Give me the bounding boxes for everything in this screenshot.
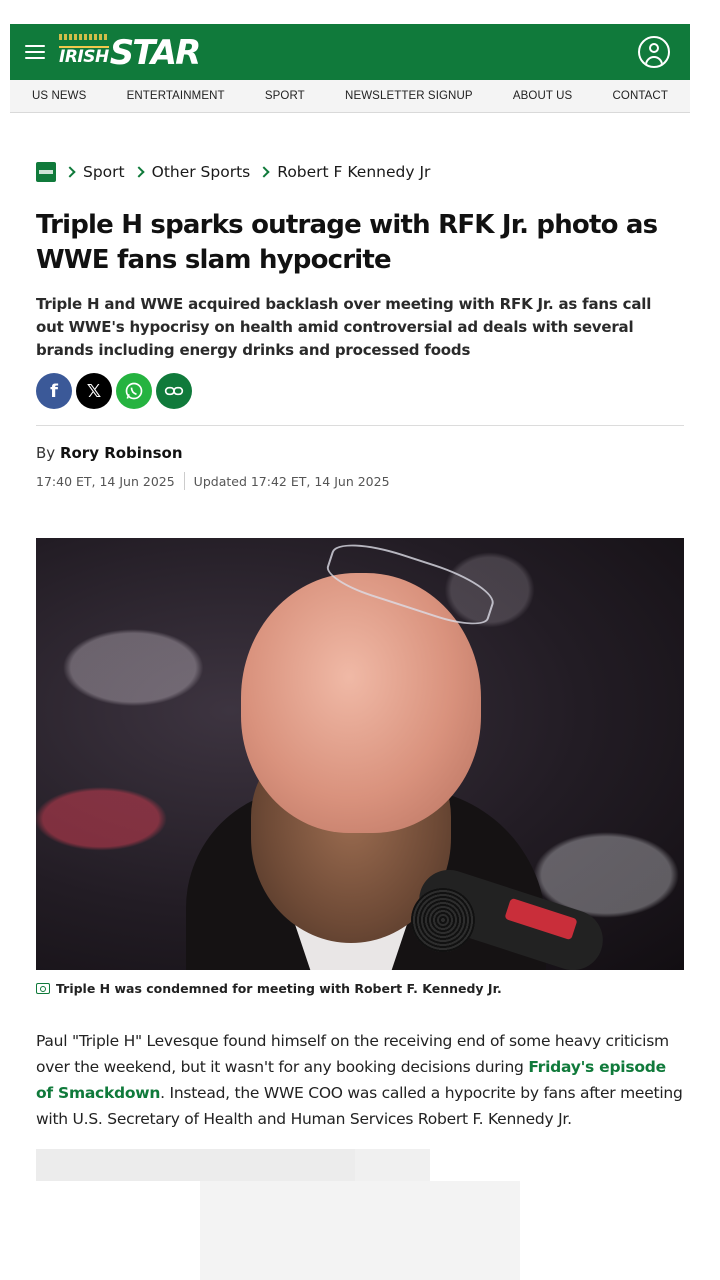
chevron-right-icon [258, 166, 270, 178]
article-headline: Triple H sparks outrage with RFK Jr. pho… [36, 210, 658, 275]
breadcrumb-sport[interactable]: Sport [83, 163, 125, 181]
ad-placeholder-inner [36, 1149, 355, 1181]
hero-image[interactable] [36, 538, 684, 970]
logo-irish-text: IRISH [59, 46, 109, 67]
updated-time: Updated 17:42 ET, 14 Jun 2025 [193, 473, 390, 489]
x-icon: 𝕏 [86, 380, 102, 402]
breadcrumb: Sport Other Sports Robert F Kennedy Jr [36, 162, 430, 182]
camera-icon [36, 983, 50, 994]
published-time: 17:40 ET, 14 Jun 2025 [36, 473, 175, 489]
author-name[interactable]: Rory Robinson [60, 444, 183, 462]
whatsapp-icon [125, 382, 143, 400]
breadcrumb-other-sports[interactable]: Other Sports [152, 163, 251, 181]
section-nav: US NEWS ENTERTAINMENT SPORT NEWSLETTER S… [10, 80, 690, 113]
date-separator [183, 472, 185, 490]
image-caption: Triple H was condemned for meeting with … [36, 981, 502, 996]
article-dates: 17:40 ET, 14 Jun 2025 Updated 17:42 ET, … [36, 472, 390, 490]
chevron-right-icon [64, 166, 76, 178]
account-icon[interactable] [638, 36, 670, 68]
article-paragraph: Paul "Triple H" Levesque found himself o… [36, 1028, 684, 1132]
nav-contact[interactable]: CONTACT [613, 90, 668, 102]
whatsapp-share-button[interactable] [116, 373, 152, 409]
share-buttons: f 𝕏 [36, 373, 192, 409]
logo-flag-stripes [59, 34, 107, 40]
facebook-share-button[interactable]: f [36, 373, 72, 409]
nav-us-news[interactable]: US NEWS [32, 90, 86, 102]
facebook-icon: f [50, 380, 58, 402]
nav-about-us[interactable]: ABOUT US [513, 90, 572, 102]
site-header: IRISH STAR [10, 24, 690, 80]
breadcrumb-robert-f-kennedy-jr[interactable]: Robert F Kennedy Jr [277, 163, 430, 181]
logo-star-text: STAR [109, 33, 202, 73]
chevron-right-icon [132, 166, 145, 178]
nav-entertainment[interactable]: ENTERTAINMENT [127, 90, 225, 102]
link-icon [164, 386, 184, 396]
article-standfirst: Triple H and WWE acquired backlash over … [36, 295, 652, 359]
copy-link-button[interactable] [156, 373, 192, 409]
caption-text: Triple H was condemned for meeting with … [56, 981, 502, 996]
ad-placeholder-box [200, 1181, 520, 1280]
site-logo[interactable]: IRISH STAR [59, 30, 202, 74]
nav-sport[interactable]: SPORT [265, 90, 305, 102]
menu-icon[interactable] [25, 45, 45, 59]
divider [36, 425, 684, 426]
x-share-button[interactable]: 𝕏 [76, 373, 112, 409]
byline-prefix: By [36, 444, 56, 462]
nav-newsletter-signup[interactable]: NEWSLETTER SIGNUP [345, 90, 473, 102]
home-logo-icon[interactable] [36, 162, 56, 182]
byline: By Rory Robinson [36, 444, 183, 462]
